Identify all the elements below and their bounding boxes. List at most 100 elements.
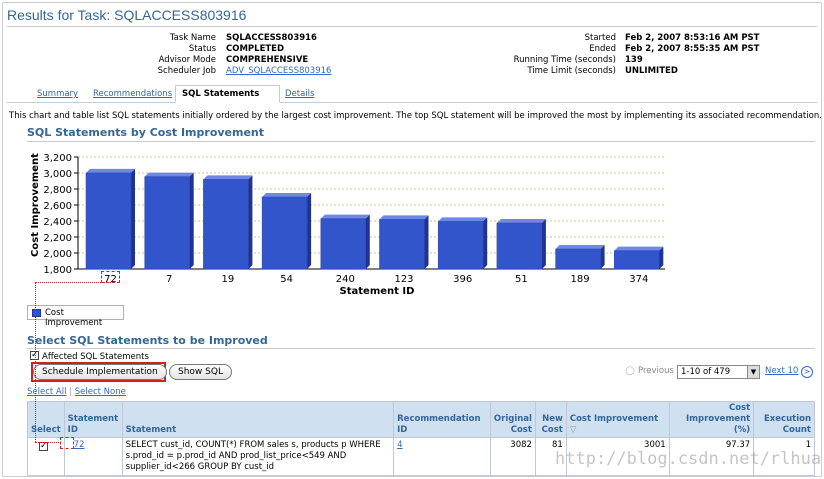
cost-improvement-chart: 1,800 2,000 2,200 2,400 2,600 2,800 3,000 3,200…: [30, 153, 665, 297]
statement-id-link[interactable]: 72: [74, 440, 85, 450]
started-label: Started: [584, 33, 616, 43]
watermark: http://blog.csdn.net/rlhua: [555, 449, 822, 469]
bar-side: [307, 193, 312, 269]
bar[interactable]: [437, 221, 484, 270]
next-link[interactable]: Next 10: [765, 366, 798, 376]
next-icon[interactable]: >: [801, 366, 813, 378]
running-time-value: 139: [625, 55, 643, 65]
running-time-row: Running Time (seconds) 139: [0, 55, 643, 66]
annotation-line-top: [35, 282, 115, 283]
bar-side: [483, 217, 488, 269]
select-links: Select All | Select None: [27, 387, 126, 397]
tab-summary[interactable]: Summary: [31, 87, 84, 102]
page-range-select[interactable]: 1-10 of 479 ▼: [677, 365, 760, 379]
x-axis-label: Statement ID: [340, 286, 415, 297]
y-tick-label: 3,200: [43, 153, 72, 164]
bar[interactable]: [379, 219, 425, 270]
col-header-execution-count[interactable]: Execution Count: [753, 401, 815, 438]
table-header-row: Select Statement ID Statement Recommenda…: [27, 401, 815, 438]
x-tick-label: 7: [166, 274, 172, 285]
col-header-cost-improvement-pct[interactable]: Cost Improvement (%): [668, 401, 755, 438]
select-none-link[interactable]: Select None: [75, 387, 126, 397]
row-statement-cell: SELECT cust_id, COUNT(*) FROM sales s, p…: [121, 437, 395, 476]
bar-top: [320, 214, 370, 219]
started-row: Started Feb 2, 2007 8:53:16 AM PST: [0, 33, 760, 44]
y-tick-label: 2,600: [43, 201, 72, 212]
previous-icon: ◯: [625, 366, 635, 376]
row-recommendation-id-cell: 4: [393, 437, 491, 476]
ended-value: Feb 2, 2007 8:55:35 AM PST: [625, 44, 760, 54]
bar-side: [248, 175, 253, 269]
bar[interactable]: [261, 196, 308, 270]
bar-side: [424, 215, 429, 269]
bar-top: [496, 219, 546, 223]
bar-top: [86, 168, 135, 173]
col-header-cost-improvement[interactable]: Cost Improvement ▽: [565, 401, 670, 438]
bar-top: [614, 246, 664, 251]
show-sql-button[interactable]: Show SQL: [169, 364, 232, 380]
bar[interactable]: [144, 176, 190, 270]
x-tick-label: 54: [280, 274, 293, 285]
bar-top: [262, 193, 312, 197]
sort-desc-icon: ▽: [569, 425, 577, 435]
tab-details[interactable]: Details: [279, 87, 320, 102]
col-header-original-cost[interactable]: Original Cost: [489, 401, 536, 438]
tab-sql-statements[interactable]: SQL Statements: [175, 85, 280, 103]
time-limit-value: UNLIMITED: [625, 66, 678, 76]
dropdown-arrow-icon[interactable]: ▼: [747, 366, 759, 378]
x-tick-label: 189: [571, 274, 590, 285]
col-header-statement-id[interactable]: Statement ID: [63, 401, 123, 438]
title-divider: [7, 26, 817, 27]
recommendation-id-link[interactable]: 4: [397, 440, 402, 450]
running-time-label: Running Time (seconds): [513, 55, 616, 65]
x-tick-label: 123: [394, 274, 413, 285]
bar[interactable]: [320, 218, 367, 270]
x-tick-label: 396: [453, 274, 472, 285]
bar-side: [541, 219, 546, 269]
intro-text: This chart and table list SQL statements…: [9, 111, 822, 121]
bar[interactable]: [496, 222, 543, 270]
row-original-cost: 3082: [489, 437, 536, 476]
bar-top: [144, 172, 194, 177]
chart-section-divider: [27, 141, 815, 142]
y-tick-label: 2,400: [43, 217, 72, 228]
col-header-recommendation-id[interactable]: Recommendation ID: [393, 401, 491, 438]
started-value: Feb 2, 2007 8:53:16 AM PST: [625, 33, 760, 43]
bar-top: [203, 175, 253, 180]
col-header-new-cost[interactable]: New Cost: [534, 401, 567, 438]
y-tick-label: 1,800: [43, 265, 72, 276]
time-limit-row: Time Limit (seconds) UNLIMITED: [0, 66, 678, 77]
ended-label: Ended: [589, 44, 616, 54]
bar[interactable]: [85, 172, 132, 270]
bar[interactable]: [203, 179, 249, 270]
bar-side: [189, 172, 194, 269]
y-axis-label: Cost Improvement: [30, 153, 41, 257]
select-section-divider: [27, 348, 815, 349]
y-tick-label: 2,000: [43, 249, 72, 260]
select-all-link[interactable]: Select All: [27, 387, 66, 397]
x-tick-label: 240: [336, 274, 355, 285]
bar-top: [438, 217, 488, 222]
x-tick-label: 19: [222, 274, 235, 285]
bar-top: [555, 245, 605, 249]
y-tick-label: 2,200: [43, 233, 72, 244]
page-title: Results for Task: SQLACCESS803916: [7, 7, 247, 23]
chart-section-title: SQL Statements by Cost Improvement: [27, 126, 265, 139]
col-header-statement[interactable]: Statement: [121, 401, 395, 438]
x-tick-label: 374: [629, 274, 648, 285]
bar[interactable]: [555, 248, 601, 270]
schedule-implementation-button[interactable]: Schedule Implementation: [33, 364, 167, 380]
annotation-line-left: [35, 282, 36, 442]
tab-recommendations[interactable]: Recommendations: [87, 87, 178, 102]
page-range-value: 1-10 of 479: [681, 367, 731, 377]
previous-link: Previous: [638, 366, 674, 376]
bar-side: [365, 214, 370, 269]
bar[interactable]: [614, 250, 660, 270]
chart-legend: Cost Improvement: [27, 305, 124, 328]
select-section-title: Select SQL Statements to be Improved: [27, 334, 268, 347]
row-select-checkbox[interactable]: ✓: [39, 442, 48, 451]
bar-side: [131, 168, 135, 269]
col-header-cost-improvement-label: Cost Improvement: [569, 414, 659, 424]
x-tick-label: 51: [515, 274, 528, 285]
row-select-cell: ✓: [27, 437, 65, 476]
